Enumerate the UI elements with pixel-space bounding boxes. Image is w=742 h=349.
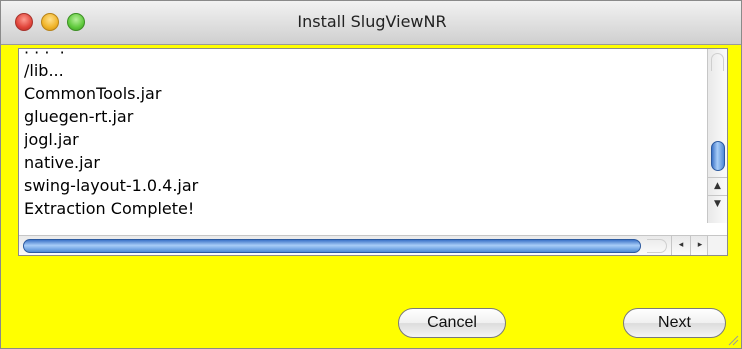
resize-grip-icon[interactable] — [727, 334, 739, 346]
next-button[interactable]: Next — [623, 308, 726, 338]
scroll-left-arrow-icon[interactable]: ◂ — [671, 236, 690, 255]
log-line: native.jar — [24, 153, 100, 172]
installer-window: Install SlugViewNR · · · · /lib... Common… — [0, 0, 742, 349]
cancel-button[interactable]: Cancel — [398, 308, 506, 338]
window-title: Install SlugViewNR — [297, 12, 447, 31]
log-lines: · · · · /lib... CommonTools.jar gluegen-rt… — [24, 50, 704, 222]
title-bar[interactable]: Install SlugViewNR — [1, 1, 741, 45]
horizontal-track-end — [647, 239, 667, 253]
log-line: CommonTools.jar — [24, 84, 162, 103]
log-partial-line: · · · · — [24, 50, 704, 59]
extraction-log[interactable]: · · · · /lib... CommonTools.jar gluegen-rt… — [18, 48, 728, 256]
log-line: /lib... — [24, 61, 64, 80]
log-line: gluegen-rt.jar — [24, 107, 134, 126]
vertical-track-top — [711, 53, 724, 71]
horizontal-scrollbar[interactable]: ◂ ▸ — [19, 235, 709, 255]
log-line: Extraction Complete! — [24, 199, 195, 218]
log-line: swing-layout-1.0.4.jar — [24, 176, 199, 195]
scroll-down-arrow-icon[interactable]: ▼ — [708, 195, 727, 211]
scroll-up-arrow-icon[interactable]: ▲ — [708, 177, 727, 193]
vertical-scrollbar[interactable]: ▲ ▼ — [707, 49, 727, 223]
log-line: jogl.jar — [24, 130, 79, 149]
vertical-scroll-thumb[interactable] — [711, 141, 725, 171]
scrollbar-corner — [707, 235, 727, 255]
horizontal-scroll-thumb[interactable] — [23, 239, 641, 253]
